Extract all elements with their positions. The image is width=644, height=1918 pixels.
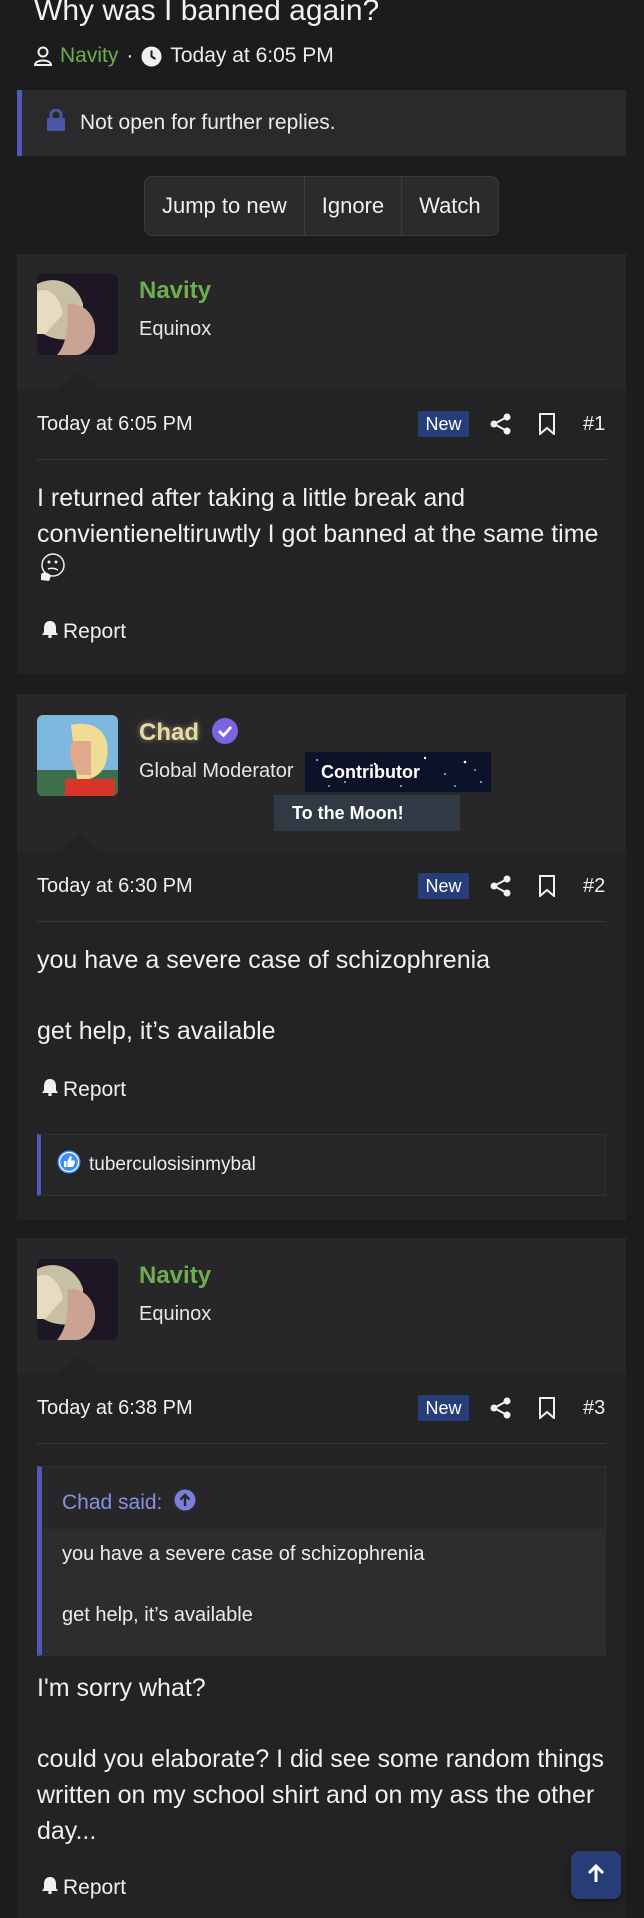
thread-date[interactable]: Today at 6:05 PM — [170, 44, 333, 68]
quote-content: you have a severe case of schizophrenia … — [42, 1529, 606, 1655]
post-2-user-block: Chad Global Moderator Contributor To the… — [17, 694, 626, 852]
watch-button[interactable]: Watch — [402, 177, 498, 235]
reactions-bar[interactable]: tuberculosisinmybal — [37, 1134, 606, 1196]
user-title: Equinox — [139, 318, 212, 340]
message-arrow — [57, 372, 101, 390]
report-label: Report — [63, 1078, 127, 1101]
post-1-user-block: Navity Equinox — [17, 254, 626, 390]
post-1: Navity Equinox Today at 6:05 PM New #1 I… — [17, 254, 626, 674]
post-date[interactable]: Today at 6:30 PM — [37, 875, 193, 898]
post-body-line: I'm sorry what? — [37, 1674, 206, 1702]
avatar[interactable] — [37, 715, 118, 796]
post-username[interactable]: Navity — [139, 1262, 211, 1290]
bell-icon — [41, 1078, 59, 1102]
post-number-link[interactable]: #1 — [583, 413, 605, 436]
quote-author-link[interactable]: Chad said: — [62, 1491, 162, 1515]
thread-title: Why was I banned again? — [34, 0, 380, 27]
post-date[interactable]: Today at 6:05 PM — [37, 413, 193, 436]
arrow-up-circle-icon[interactable] — [174, 1489, 196, 1517]
post-body-text: I returned after taking a little break a… — [37, 484, 599, 548]
locked-notice: Not open for further replies. — [17, 90, 626, 156]
reaction-user-link[interactable]: tuberculosisinmybal — [89, 1154, 256, 1176]
message-arrow — [57, 1356, 101, 1374]
new-badge: New — [418, 411, 469, 437]
thinking-face-icon — [37, 552, 67, 592]
message-arrow — [57, 834, 101, 852]
thread-page: Why was I banned again? Navity · Today a… — [0, 0, 644, 1918]
verified-badge-icon — [211, 717, 239, 750]
post-3: Navity Equinox Today at 6:38 PM New #3 C… — [17, 1238, 626, 1918]
meta-separator: · — [126, 44, 134, 67]
avatar[interactable] — [37, 1259, 118, 1340]
share-icon[interactable] — [489, 412, 513, 436]
ignore-button[interactable]: Ignore — [305, 177, 403, 235]
new-badge: New — [418, 873, 469, 899]
quote-header[interactable]: Chad said: — [62, 1489, 196, 1517]
quote-block: Chad said: you have a severe case of sch… — [37, 1466, 606, 1656]
thread-author-link[interactable]: Navity — [60, 44, 118, 68]
bell-icon — [41, 1876, 59, 1900]
user-title: Global Moderator — [139, 760, 294, 782]
arrow-up-icon — [585, 1862, 607, 1889]
post-username[interactable]: Navity — [139, 277, 211, 305]
divider — [37, 459, 606, 460]
lock-icon — [46, 108, 66, 137]
bookmark-icon[interactable] — [535, 1396, 559, 1420]
bookmark-icon[interactable] — [535, 874, 559, 898]
post-2: Chad Global Moderator Contributor To the… — [17, 694, 626, 1220]
quote-line: you have a severe case of schizophrenia — [62, 1543, 425, 1565]
share-icon[interactable] — [489, 874, 513, 898]
divider — [37, 921, 606, 922]
report-link[interactable]: Report — [41, 620, 126, 644]
avatar[interactable] — [37, 274, 118, 355]
thread-meta: Navity · Today at 6:05 PM — [34, 44, 334, 68]
post-body-line: get help, it’s available — [37, 1017, 276, 1045]
post-3-user-block: Navity Equinox — [17, 1238, 626, 1374]
jump-to-new-button[interactable]: Jump to new — [145, 177, 305, 235]
post-number-link[interactable]: #3 — [583, 1397, 605, 1420]
post-body-line: could you elaborate? I did see some rand… — [37, 1745, 605, 1845]
report-label: Report — [63, 620, 127, 643]
contributor-banner-text: Contributor — [321, 761, 420, 782]
contributor-banner: Contributor — [305, 752, 491, 792]
post-number-link[interactable]: #2 — [583, 875, 605, 898]
new-badge: New — [418, 1395, 469, 1421]
divider — [37, 1443, 606, 1444]
report-link[interactable]: Report — [41, 1078, 126, 1102]
bookmark-icon[interactable] — [535, 412, 559, 436]
bell-icon — [41, 620, 59, 644]
user-icon — [34, 46, 52, 66]
post-date[interactable]: Today at 6:38 PM — [37, 1397, 193, 1420]
scroll-top-button[interactable] — [571, 1851, 621, 1899]
post-username[interactable]: Chad — [139, 719, 199, 747]
locked-notice-text: Not open for further replies. — [80, 111, 336, 134]
quote-line: get help, it’s available — [62, 1604, 253, 1626]
report-label: Report — [63, 1876, 127, 1899]
share-icon[interactable] — [489, 1396, 513, 1420]
post-body: I returned after taking a little break a… — [37, 480, 606, 592]
thread-action-buttons: Jump to new Ignore Watch — [144, 176, 499, 236]
user-title: Equinox — [139, 1303, 212, 1325]
clock-icon — [141, 46, 162, 67]
like-icon — [57, 1150, 81, 1180]
post-body-line: you have a severe case of schizophrenia — [37, 946, 491, 974]
report-link[interactable]: Report — [41, 1876, 126, 1900]
banner-tooltip: To the Moon! — [274, 795, 460, 831]
